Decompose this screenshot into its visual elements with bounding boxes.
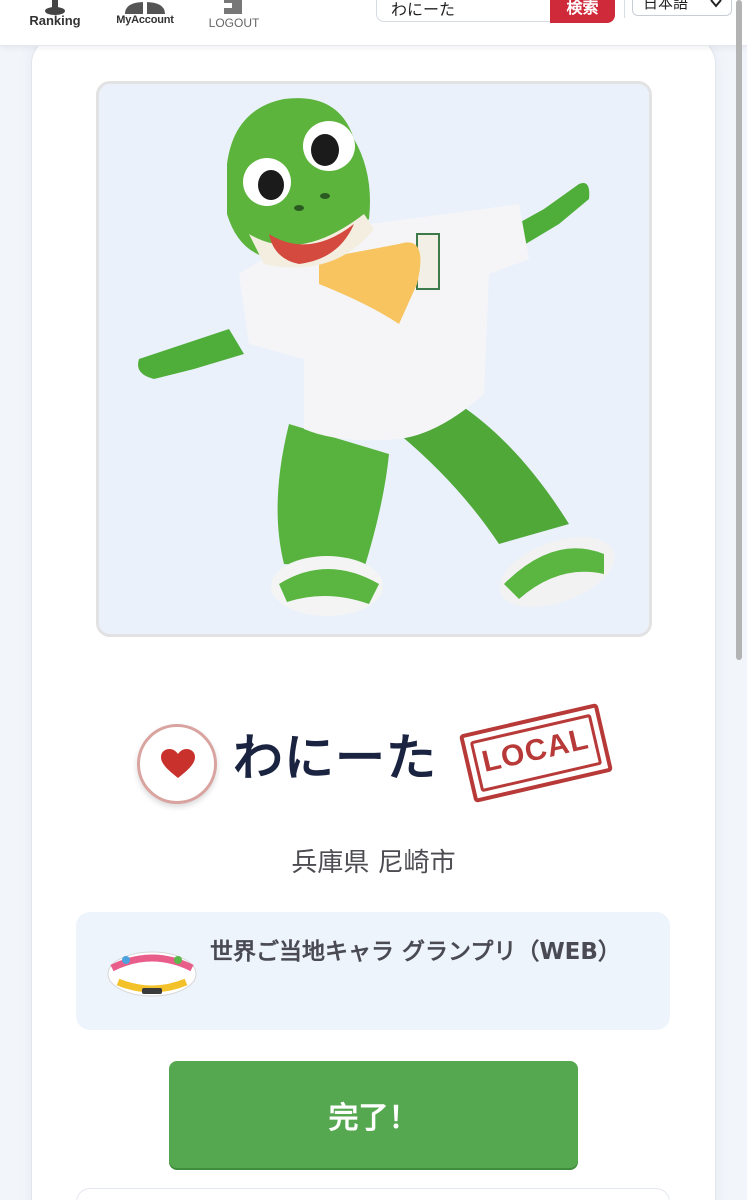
nav-logout-link[interactable]: LOGOUT [194, 0, 274, 44]
search-button[interactable]: 検索 [550, 0, 615, 23]
chevron-down-icon [710, 0, 722, 8]
event-link[interactable]: 世界ご当地キャラ グランプリ（WEB） [76, 912, 670, 1030]
character-photo [96, 81, 652, 637]
nav-myaccount-label: MyAccount [116, 14, 174, 26]
heart-icon [161, 749, 195, 778]
mascot-illustration [99, 84, 649, 634]
search-input[interactable] [376, 0, 552, 22]
nav-ranking-link[interactable]: Ranking [15, 0, 95, 44]
event-title: 世界ご当地キャラ グランプリ（WEB） [210, 939, 621, 965]
favorite-button[interactable] [137, 724, 217, 804]
grand-prix-logo [107, 951, 197, 997]
page-scrollbar[interactable] [736, 0, 742, 660]
done-button[interactable]: 完了！ [169, 1061, 578, 1168]
language-select[interactable]: 日本語 [632, 0, 732, 16]
nav-myaccount-link[interactable]: MyAccount [105, 0, 185, 44]
character-location: 兵庫県 尼崎市 [291, 848, 456, 878]
next-section-box [76, 1188, 670, 1200]
nav-logout-label: LOGOUT [208, 16, 260, 30]
language-select-value: 日本語 [643, 0, 689, 12]
nav-divider [624, 0, 625, 18]
nav-ranking-label: Ranking [29, 13, 81, 28]
top-nav-bar: Ranking MyAccount LOGOUT 検索 日本語 [0, 0, 747, 46]
character-name: わにーた [233, 729, 437, 787]
